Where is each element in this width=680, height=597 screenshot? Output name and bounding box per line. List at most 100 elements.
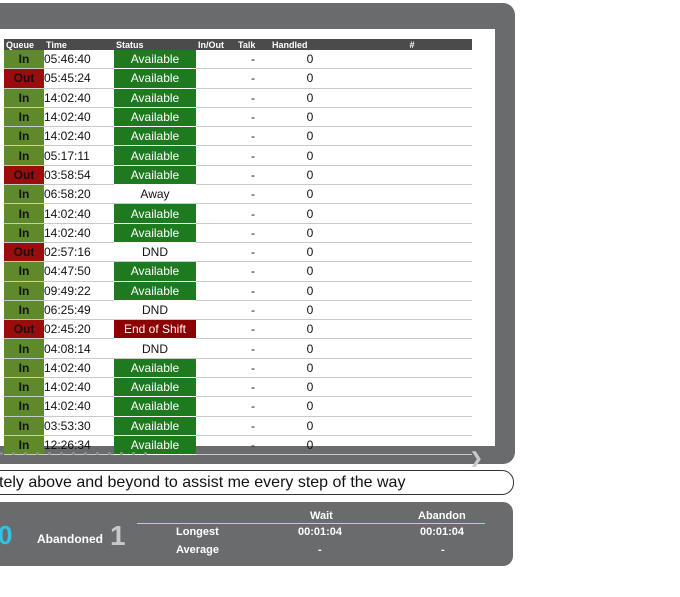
number-cell bbox=[350, 319, 472, 340]
table-row[interactable]: In 14:02:40 Available -0 bbox=[4, 358, 472, 379]
pager-dot[interactable] bbox=[108, 452, 111, 455]
handled-cell: 0 bbox=[270, 68, 350, 89]
talk-cell: - bbox=[236, 203, 270, 224]
table-row[interactable]: In 14:02:40 Available -0 bbox=[4, 203, 472, 224]
inout-cell bbox=[196, 165, 236, 186]
inout-cell bbox=[196, 281, 236, 301]
talk-cell: - bbox=[236, 68, 270, 89]
pager-dot[interactable] bbox=[60, 452, 63, 455]
number-cell bbox=[350, 242, 472, 263]
queue-badge: In bbox=[4, 107, 44, 128]
talk-cell: - bbox=[236, 223, 270, 243]
col-number-header: # bbox=[350, 39, 472, 50]
table-row[interactable]: In 03:53:30 Available -0 bbox=[4, 416, 472, 436]
col-queue-header: Queue bbox=[4, 39, 44, 50]
status-cell: End of Shift bbox=[114, 319, 196, 340]
abandoned-label: Abandoned bbox=[37, 532, 103, 546]
table-row[interactable]: In 06:58:20 Away -0 bbox=[4, 184, 472, 205]
talk-cell: - bbox=[236, 145, 270, 166]
pager-dot[interactable] bbox=[48, 452, 51, 455]
abandon-header: Abandon bbox=[418, 510, 466, 522]
status-cell: Available bbox=[114, 377, 196, 398]
table-row[interactable]: In 14:02:40 Available -0 bbox=[4, 107, 472, 128]
number-cell bbox=[350, 358, 472, 379]
table-row[interactable]: Out 02:57:16 DND -0 bbox=[4, 242, 472, 263]
number-cell bbox=[350, 338, 472, 359]
talk-cell: - bbox=[236, 165, 270, 186]
table-row[interactable]: In 04:08:14 DND -0 bbox=[4, 338, 472, 359]
col-time-header: Time bbox=[44, 39, 114, 50]
pager-dot[interactable] bbox=[72, 452, 75, 455]
time-cell: 09:49:22 bbox=[44, 281, 114, 301]
handled-cell: 0 bbox=[270, 319, 350, 340]
time-cell: 04:08:14 bbox=[44, 338, 114, 359]
table-row[interactable]: In 14:02:40 Available -0 bbox=[4, 88, 472, 108]
time-cell: 02:45:20 bbox=[44, 319, 114, 340]
status-cell: DND bbox=[114, 300, 196, 321]
time-cell: 02:57:16 bbox=[44, 242, 114, 263]
table-row[interactable]: In 05:46:40 Available -0 bbox=[4, 50, 472, 70]
queue-badge: In bbox=[4, 126, 44, 147]
table-row[interactable]: Out 03:58:54 Available -0 bbox=[4, 165, 472, 186]
number-cell bbox=[350, 184, 472, 205]
queue-badge: In bbox=[4, 50, 44, 70]
status-cell: Available bbox=[114, 145, 196, 166]
number-cell bbox=[350, 416, 472, 436]
table-row[interactable]: In 04:47:50 Available -0 bbox=[4, 261, 472, 282]
handled-cell: 0 bbox=[270, 203, 350, 224]
table-row[interactable]: In 14:02:40 Available -0 bbox=[4, 377, 472, 398]
table-row[interactable]: In 05:17:11 Available -0 bbox=[4, 145, 472, 166]
time-cell: 06:58:20 bbox=[44, 184, 114, 205]
talk-cell: - bbox=[236, 319, 270, 340]
handled-cell: 0 bbox=[270, 435, 350, 456]
inout-cell bbox=[196, 358, 236, 379]
inout-cell bbox=[196, 223, 236, 243]
agent-panel: Queue Time Status In/Out Talk Handled # … bbox=[0, 3, 515, 467]
pager-dot[interactable] bbox=[144, 452, 147, 455]
status-cell: Available bbox=[114, 281, 196, 301]
table-row[interactable]: Out 05:45:24 Available -0 bbox=[4, 68, 472, 89]
pager-dots bbox=[0, 452, 147, 455]
ticker-text: tely above and beyond to assist me every… bbox=[0, 474, 406, 491]
stats-divider bbox=[137, 523, 485, 524]
pager-dot[interactable] bbox=[132, 452, 135, 455]
longest-abandon-value: 00:01:04 bbox=[420, 526, 465, 538]
average-wait-value: - bbox=[318, 544, 322, 556]
queue-count-value: 0 bbox=[0, 520, 13, 550]
table-row[interactable]: In 14:02:40 Available -0 bbox=[4, 396, 472, 417]
inout-cell bbox=[196, 300, 236, 321]
inout-cell bbox=[196, 88, 236, 108]
pager-dot[interactable] bbox=[24, 452, 27, 455]
table-row[interactable]: In 14:02:40 Available -0 bbox=[4, 126, 472, 147]
time-cell: 14:02:40 bbox=[44, 377, 114, 398]
queue-badge: Out bbox=[4, 68, 44, 89]
time-cell: 05:46:40 bbox=[44, 50, 114, 70]
talk-cell: - bbox=[236, 126, 270, 147]
table-row[interactable]: In 06:25:49 DND -0 bbox=[4, 300, 472, 321]
talk-cell: - bbox=[236, 377, 270, 398]
pager-dot[interactable] bbox=[12, 452, 15, 455]
pager-dot[interactable] bbox=[36, 452, 39, 455]
inout-cell bbox=[196, 203, 236, 224]
queue-badge: Out bbox=[4, 242, 44, 263]
number-cell bbox=[350, 396, 472, 417]
pager-dot[interactable] bbox=[0, 452, 3, 455]
pager-dot[interactable] bbox=[84, 452, 87, 455]
pager-dot[interactable] bbox=[120, 452, 123, 455]
number-cell bbox=[350, 377, 472, 398]
time-cell: 14:02:40 bbox=[44, 88, 114, 108]
time-cell: 14:02:40 bbox=[44, 203, 114, 224]
pager-dot[interactable] bbox=[96, 452, 99, 455]
handled-cell: 0 bbox=[270, 223, 350, 243]
queue-badge: In bbox=[4, 145, 44, 166]
status-cell: DND bbox=[114, 338, 196, 359]
time-cell: 03:53:30 bbox=[44, 416, 114, 436]
queue-badge: In bbox=[4, 184, 44, 205]
agent-table: Queue Time Status In/Out Talk Handled # … bbox=[4, 39, 472, 456]
table-row[interactable]: In 14:02:40 Available -0 bbox=[4, 223, 472, 243]
number-cell bbox=[350, 107, 472, 128]
table-row[interactable]: Out 02:45:20 End of Shift -0 bbox=[4, 319, 472, 340]
status-cell: Available bbox=[114, 261, 196, 282]
chevron-right-icon[interactable]: ❯ bbox=[470, 449, 483, 467]
table-row[interactable]: In 09:49:22 Available -0 bbox=[4, 281, 472, 301]
